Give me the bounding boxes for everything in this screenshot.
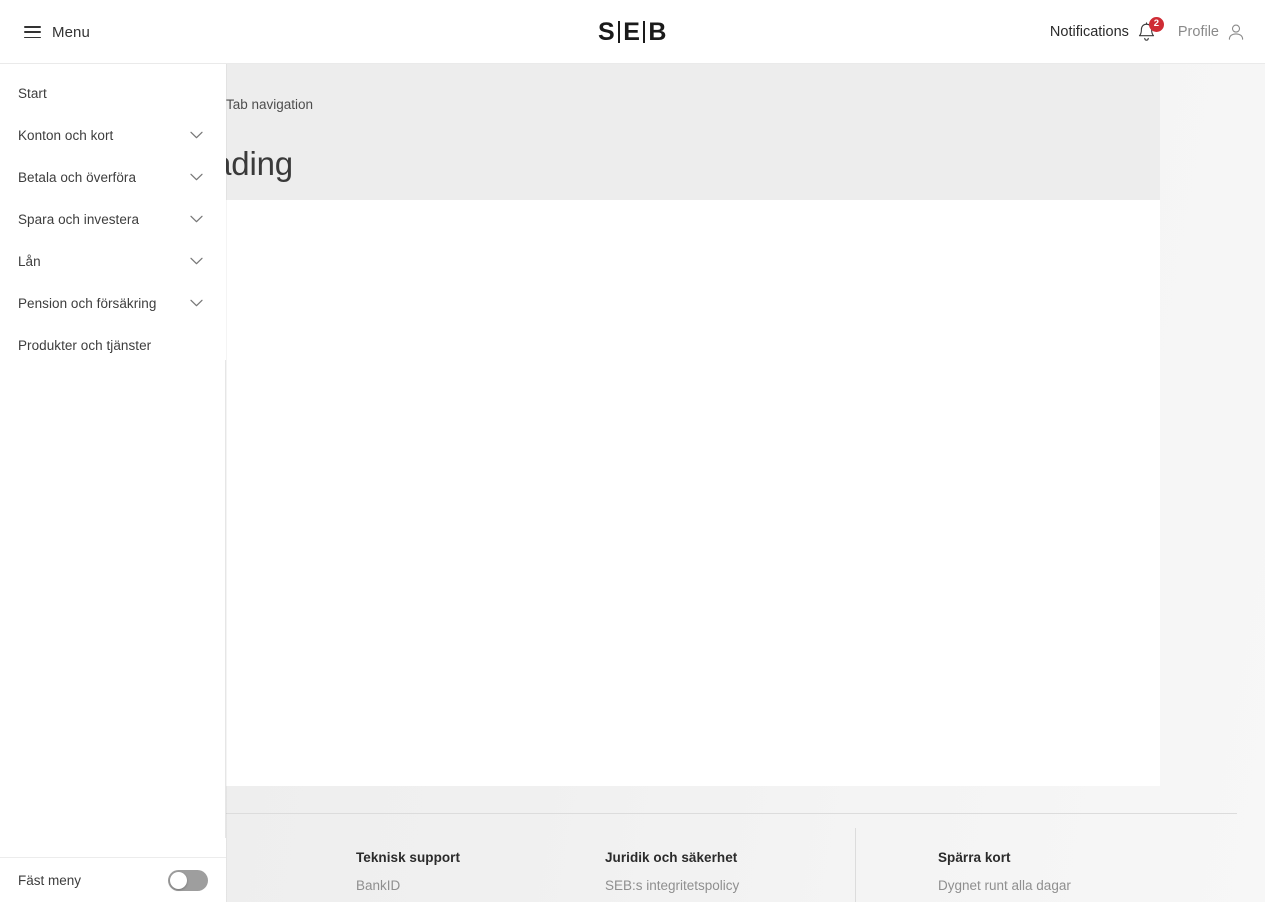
chevron-down-icon bbox=[190, 257, 203, 265]
sidebar-item-label: Produkter och tjänster bbox=[18, 337, 152, 353]
footer-column-title: Juridik och säkerhet bbox=[605, 850, 738, 865]
footer-column-title: Spärra kort bbox=[938, 850, 1011, 865]
pin-menu-toggle[interactable] bbox=[168, 869, 208, 891]
tab-navigation-label: Tab navigation bbox=[226, 97, 314, 112]
sidebar-item-start[interactable]: Start bbox=[0, 72, 226, 114]
top-header: Menu S E B Notifications 2 Profile bbox=[0, 0, 1265, 64]
footer-column-title: Teknisk support bbox=[356, 850, 461, 865]
footer-link-bankid[interactable]: BankID bbox=[356, 877, 460, 895]
notification-badge: 2 bbox=[1148, 16, 1164, 32]
chevron-down-icon bbox=[190, 173, 203, 181]
sidebar-item-label: Lån bbox=[18, 253, 41, 269]
sidebar-item-label: Start bbox=[18, 85, 47, 101]
logo-letter-b: B bbox=[648, 17, 667, 46]
header-actions: Notifications 2 Profile bbox=[1050, 0, 1245, 64]
footer-link-privacy-policy[interactable]: SEB:s integritetspolicy bbox=[605, 877, 739, 895]
hamburger-icon bbox=[24, 26, 41, 38]
logo-separator bbox=[643, 21, 646, 43]
sidebar-item-lan[interactable]: Lån bbox=[0, 240, 226, 282]
sidebar-item-label: Betala och överföra bbox=[18, 169, 137, 185]
sidebar-item-produkter-och-tjanster[interactable]: Produkter och tjänster bbox=[0, 324, 226, 366]
user-icon bbox=[1227, 23, 1245, 41]
sidebar-item-label: Pension och försäkring bbox=[18, 295, 157, 311]
footer-column-legal: Juridik och säkerhet SEB:s integritetspo… bbox=[605, 850, 739, 895]
menu-button-label: Menu bbox=[52, 23, 90, 41]
pin-menu-row: Fäst meny bbox=[0, 857, 226, 902]
main-content-card bbox=[226, 200, 1160, 786]
sidebar-item-label: Konton och kort bbox=[18, 127, 114, 143]
logo-separator bbox=[618, 21, 621, 43]
app-root: Tab navigation eading Teknisk support Ba… bbox=[0, 0, 1265, 902]
seb-logo[interactable]: S E B bbox=[598, 18, 667, 47]
logo-letter-s: S bbox=[598, 17, 616, 46]
sidebar-edge-divider bbox=[225, 360, 226, 838]
profile-label: Profile bbox=[1177, 23, 1219, 40]
bell-icon: 2 bbox=[1137, 16, 1164, 43]
notifications-button[interactable]: Notifications 2 bbox=[1049, 16, 1164, 43]
sidebar-item-konton-och-kort[interactable]: Konton och kort bbox=[0, 114, 226, 156]
sidebar-item-label: Spara och investera bbox=[18, 211, 140, 227]
footer-column-support: Teknisk support BankID bbox=[356, 850, 460, 895]
sidebar-item-spara-och-investera[interactable]: Spara och investera bbox=[0, 198, 226, 240]
footer-link-block-card-hours[interactable]: Dygnet runt alla dagar bbox=[938, 877, 1071, 895]
chevron-down-icon bbox=[190, 299, 203, 307]
footer-column-block-card: Spärra kort Dygnet runt alla dagar bbox=[938, 850, 1071, 895]
page-footer: Teknisk support BankID Juridik och säker… bbox=[226, 814, 1265, 902]
main-sidebar: Start Konton och kort Betala och överför… bbox=[0, 64, 226, 902]
logo-letter-e: E bbox=[623, 17, 641, 46]
sidebar-item-pension-och-forsakring[interactable]: Pension och försäkring bbox=[0, 282, 226, 324]
sidebar-item-betala-och-overfora[interactable]: Betala och överföra bbox=[0, 156, 226, 198]
toggle-knob bbox=[170, 871, 187, 889]
chevron-down-icon bbox=[190, 215, 203, 223]
chevron-down-icon bbox=[190, 131, 203, 139]
profile-button[interactable]: Profile bbox=[1178, 23, 1245, 41]
sidebar-nav-list: Start Konton och kort Betala och överför… bbox=[0, 64, 226, 366]
pin-menu-label: Fäst meny bbox=[18, 872, 82, 888]
menu-button[interactable]: Menu bbox=[18, 0, 96, 64]
notifications-label: Notifications bbox=[1049, 23, 1129, 40]
footer-column-separator bbox=[855, 828, 856, 902]
